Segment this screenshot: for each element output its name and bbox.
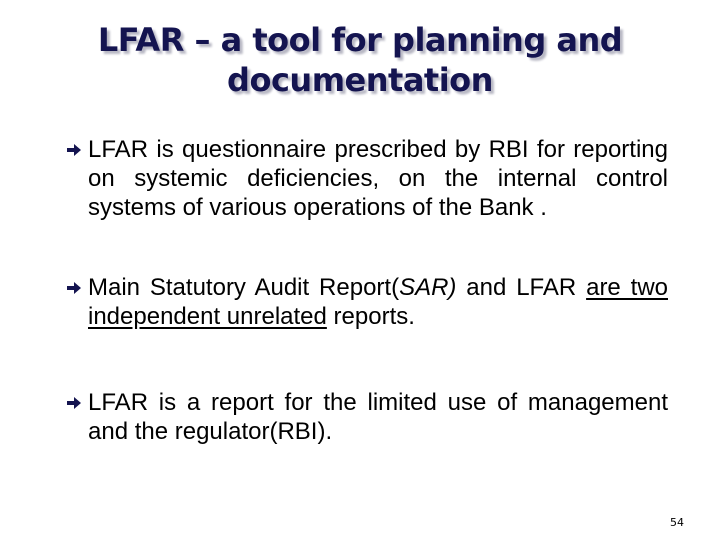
title-line-1: LFAR – a tool for planning and	[97, 21, 623, 59]
slide-title: LFAR – a tool for planning and documenta…	[40, 20, 680, 100]
arrow-right-icon	[66, 280, 82, 296]
title-line-2: documentation	[227, 61, 493, 99]
page-number: 54	[670, 516, 684, 529]
bullet-text: Main Statutory Audit Report(SAR) and LFA…	[88, 273, 668, 331]
arrow-right-icon	[66, 142, 82, 158]
bullet-text-part: and LFAR	[456, 274, 587, 301]
arrow-right-icon	[66, 395, 82, 411]
bullet-text: LFAR is a report for the limited use of …	[88, 389, 668, 445]
bullet-text: LFAR is questionnaire prescribed by RBI …	[88, 136, 668, 221]
bullet-text-part: reports.	[326, 303, 415, 330]
bullet-text-part: Main Statutory Audit Report(	[88, 274, 400, 301]
italic-abbreviation: SAR)	[399, 274, 457, 301]
